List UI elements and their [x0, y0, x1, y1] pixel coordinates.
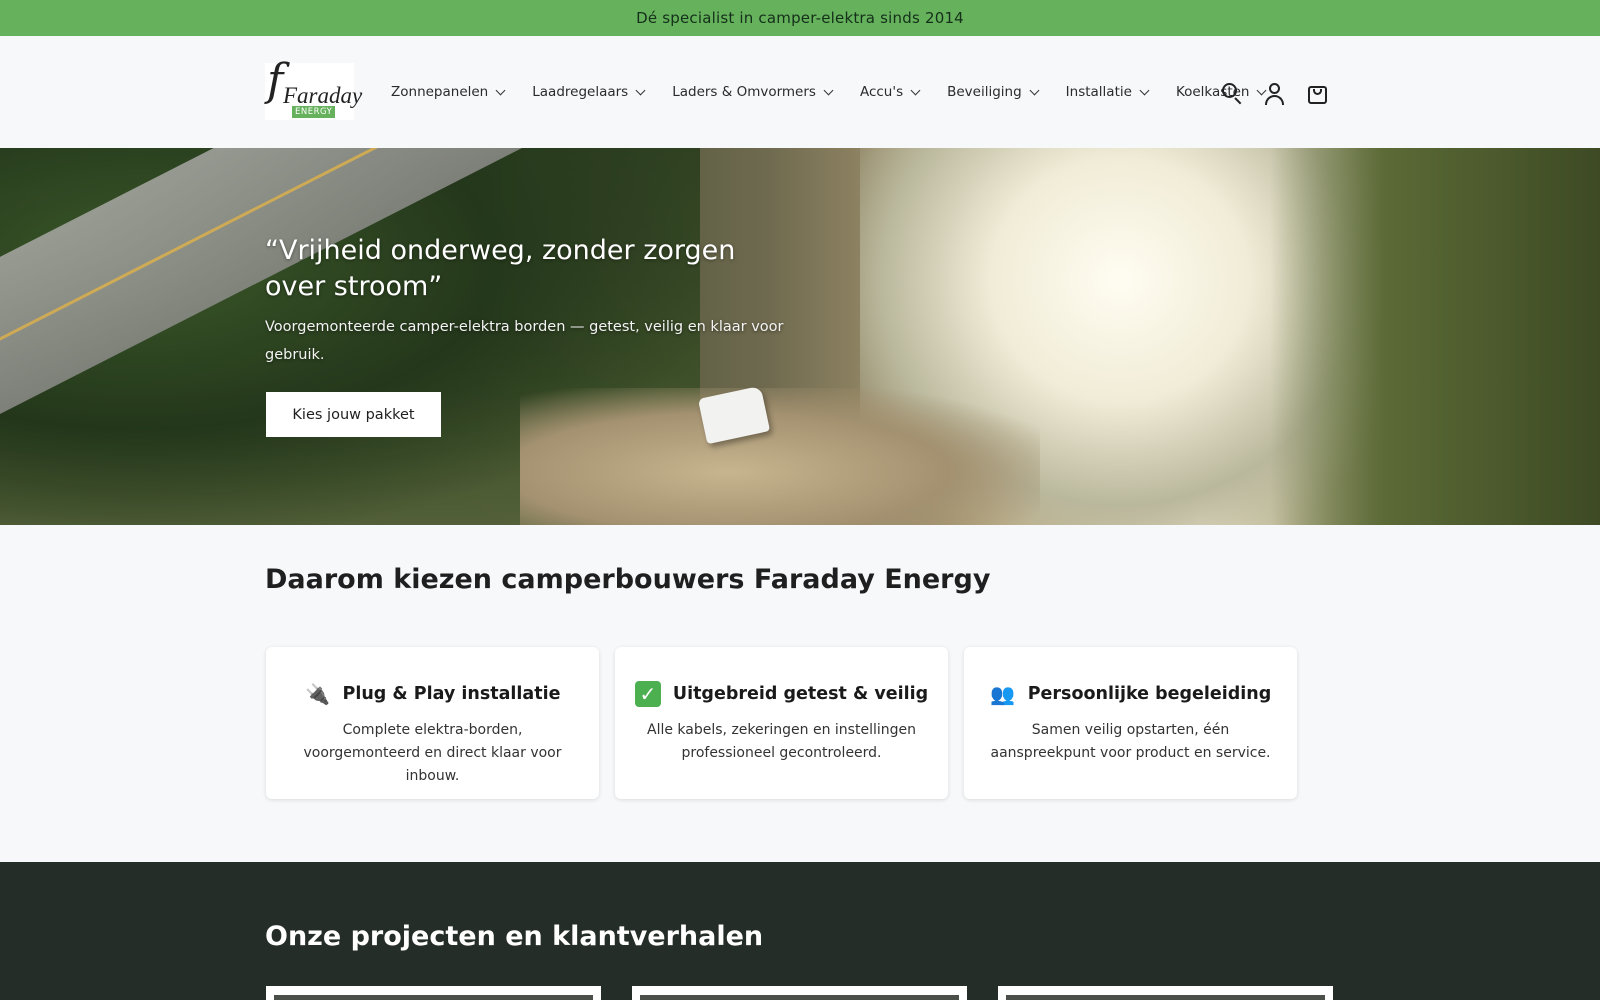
hero-banner: “Vrijheid onderweg, zonder zorgen over s…	[0, 148, 1600, 525]
nav-label: Laders & Omvormers	[672, 84, 816, 100]
project-card[interactable]	[998, 986, 1333, 1000]
nav-item-beveiliging[interactable]: Beveiliging	[947, 84, 1040, 100]
announcement-text: Dé specialist in camper-elektra sinds 20…	[636, 9, 964, 27]
search-icon[interactable]	[1219, 80, 1245, 106]
chevron-down-icon	[635, 85, 646, 95]
hero-image-gravel	[520, 388, 1040, 525]
logo-badge: ENERGY	[292, 106, 336, 118]
nav-label: Installatie	[1065, 84, 1132, 100]
feature-card-guidance: 👥 Persoonlijke begeleiding Samen veilig …	[964, 647, 1297, 799]
feature-card-heading: 👥 Persoonlijke begeleiding	[964, 681, 1297, 707]
check-icon: ✓	[634, 681, 661, 707]
main-nav: Zonnepanelen Laadregelaars Laders & Omvo…	[391, 80, 1267, 104]
project-card[interactable]	[632, 986, 967, 1000]
nav-label: Beveiliging	[947, 84, 1022, 100]
chevron-down-icon	[495, 85, 506, 95]
hero-text: “Vrijheid onderweg, zonder zorgen over s…	[265, 233, 785, 369]
cart-icon[interactable]	[1305, 80, 1331, 106]
hero-subtitle: Voorgemonteerde camper-elektra borden — …	[265, 319, 784, 363]
chevron-down-icon	[1029, 85, 1040, 95]
faraday-logo[interactable]: f Faraday ENERGY	[265, 59, 362, 120]
feature-card-text: Samen veilig opstarten, één aanspreekpun…	[990, 722, 1271, 761]
hero-title: “Vrijheid onderweg, zonder zorgen over s…	[265, 235, 736, 302]
site-header: f Faraday ENERGY Zonnepanelen Laadregela…	[0, 36, 1600, 148]
feature-card-title: Persoonlijke begeleiding	[1027, 684, 1272, 704]
nav-label: Accu's	[859, 84, 904, 100]
feature-card-text: Complete elektra-borden, voorgemonteerd …	[303, 722, 562, 784]
feature-card-plug-play: 🔌 Plug & Play installatie Complete elekt…	[266, 647, 599, 799]
project-image	[1006, 995, 1325, 1000]
nav-item-laadregelaars[interactable]: Laadregelaars	[532, 84, 646, 100]
feature-card-heading: ✓ Uitgebreid getest & veilig	[615, 681, 948, 707]
choose-package-button[interactable]: Kies jouw pakket	[266, 392, 441, 437]
projects-title: Onze projecten en klantverhalen	[265, 921, 764, 952]
announcement-bar: Dé specialist in camper-elektra sinds 20…	[0, 0, 1600, 36]
hero-image-trees	[1270, 148, 1600, 525]
nav-item-installatie[interactable]: Installatie	[1065, 84, 1150, 100]
account-icon[interactable]	[1262, 80, 1288, 106]
feature-card-text: Alle kabels, zekeringen en instellingen …	[647, 722, 916, 761]
nav-label: Zonnepanelen	[391, 84, 489, 100]
chevron-down-icon	[1139, 85, 1150, 95]
nav-label: Laadregelaars	[532, 84, 629, 100]
project-card[interactable]	[266, 986, 601, 1000]
nav-item-accus[interactable]: Accu's	[859, 84, 921, 100]
feature-card-title: Uitgebreid getest & veilig	[672, 684, 929, 704]
feature-card-heading: 🔌 Plug & Play installatie	[266, 681, 599, 707]
chevron-down-icon	[910, 85, 921, 95]
feature-card-tested: ✓ Uitgebreid getest & veilig Alle kabels…	[615, 647, 948, 799]
nav-item-laders-omvormers[interactable]: Laders & Omvormers	[672, 84, 834, 100]
feature-card-title: Plug & Play installatie	[342, 684, 561, 704]
nav-item-zonnepanelen[interactable]: Zonnepanelen	[391, 84, 506, 100]
project-image	[640, 995, 959, 1000]
projects-section: Onze projecten en klantverhalen	[0, 862, 1600, 1000]
project-image	[274, 995, 593, 1000]
people-icon: 👥	[990, 682, 1016, 706]
why-section-title: Daarom kiezen camperbouwers Faraday Ener…	[265, 564, 991, 595]
plug-icon: 🔌	[305, 682, 330, 706]
logo-mark: f	[267, 55, 284, 106]
chevron-down-icon	[823, 85, 834, 95]
